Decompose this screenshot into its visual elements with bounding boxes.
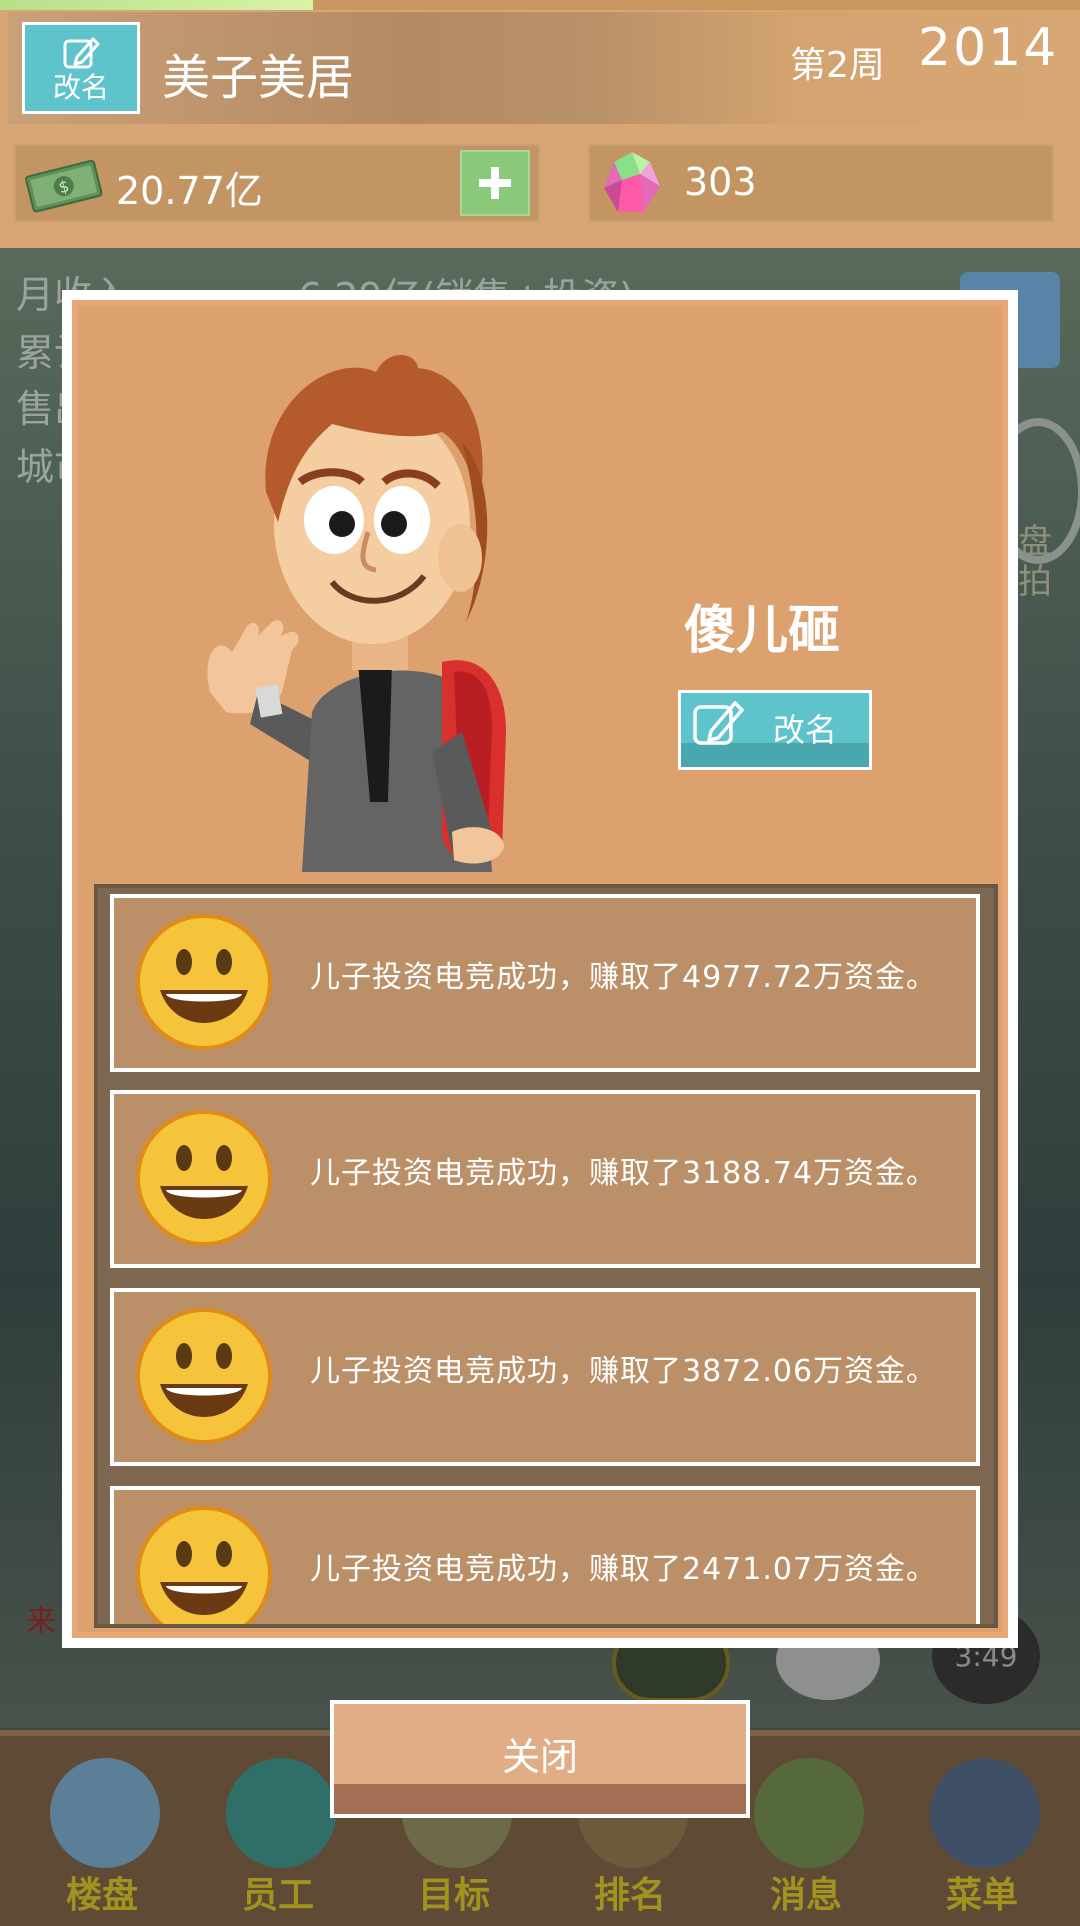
year-label: 2014 <box>918 18 1059 78</box>
nav-item-menu[interactable]: 菜单 <box>912 1758 1052 1918</box>
son-dialog: 傻儿砸 改名 儿子投资电竞成功，赚取了4977.72万资金。 儿子投资电竞成功，… <box>62 290 1018 1648</box>
building-icon <box>50 1758 160 1868</box>
nav-item-messages[interactable]: 消息 <box>736 1758 876 1918</box>
money-display: $ 20.77亿 <box>14 144 540 222</box>
smiley-icon <box>136 914 272 1050</box>
close-button[interactable]: 关闭 <box>330 1700 750 1818</box>
message-text: 儿子投资电竞成功，赚取了2471.07万资金。 <box>310 1552 938 1587</box>
nav-label: 员工 <box>241 1875 314 1916</box>
message-text: 儿子投资电竞成功，赚取了3188.74万资金。 <box>310 1156 938 1191</box>
gem-display: 303 <box>588 144 1054 222</box>
cash-icon: $ <box>25 159 103 213</box>
add-money-button[interactable] <box>460 150 530 216</box>
chat-icon <box>754 1758 864 1868</box>
son-rename-label: 改名 <box>773 711 838 749</box>
nav-label: 目标 <box>417 1875 490 1916</box>
pencil-icon <box>693 701 744 745</box>
button-stripe <box>334 1784 746 1814</box>
smiley-icon <box>136 1506 272 1624</box>
close-label: 关闭 <box>501 1735 578 1779</box>
message-list[interactable]: 儿子投资电竞成功，赚取了4977.72万资金。 儿子投资电竞成功，赚取了3188… <box>94 884 998 1628</box>
message-text: 儿子投资电竞成功，赚取了3872.06万资金。 <box>310 1354 938 1389</box>
menu-hand-icon <box>930 1758 1040 1868</box>
list-item: 儿子投资电竞成功，赚取了4977.72万资金。 <box>110 894 980 1072</box>
gem-value: 303 <box>684 160 757 204</box>
top-bar: 改名 美子美居 第2周 2014 $ 20.77亿 303 <box>0 0 1080 248</box>
handshake-icon <box>226 1758 336 1868</box>
progress-bar <box>0 0 1080 10</box>
nav-item-staff[interactable]: 员工 <box>208 1758 348 1918</box>
smiley-icon <box>136 1110 272 1246</box>
progress-fill <box>0 0 314 10</box>
son-name: 傻儿砸 <box>684 601 841 661</box>
nav-label: 菜单 <box>945 1875 1018 1916</box>
list-item: 儿子投资电竞成功，赚取了3872.06万资金。 <box>110 1288 980 1466</box>
nav-item-buildings[interactable]: 楼盘 <box>32 1758 172 1918</box>
company-rename-button[interactable]: 改名 <box>22 22 140 114</box>
son-character-illustration <box>207 355 506 872</box>
bg-red-text: 来 <box>26 1604 56 1639</box>
son-rename-button[interactable]: 改名 <box>678 690 872 770</box>
list-item: 儿子投资电竞成功，赚取了3188.74万资金。 <box>110 1090 980 1268</box>
company-rename-label: 改名 <box>52 71 109 104</box>
plus-icon <box>479 167 511 199</box>
list-item: 儿子投资电竞成功，赚取了2471.07万资金。 <box>110 1486 980 1624</box>
nav-label: 排名 <box>593 1875 666 1916</box>
nav-label: 消息 <box>769 1875 842 1916</box>
week-label: 第2周 <box>790 45 885 86</box>
message-text: 儿子投资电竞成功，赚取了4977.72万资金。 <box>310 960 938 995</box>
bg-side-label: 拍 <box>1018 562 1052 602</box>
nav-label: 楼盘 <box>65 1875 138 1916</box>
pencil-icon <box>63 37 100 69</box>
money-value: 20.77亿 <box>116 169 263 213</box>
gem-icon <box>604 152 660 212</box>
smiley-icon <box>136 1308 272 1444</box>
company-name: 美子美居 <box>162 50 355 106</box>
son-dialog-body: 傻儿砸 改名 儿子投资电竞成功，赚取了4977.72万资金。 儿子投资电竞成功，… <box>78 306 1002 1632</box>
